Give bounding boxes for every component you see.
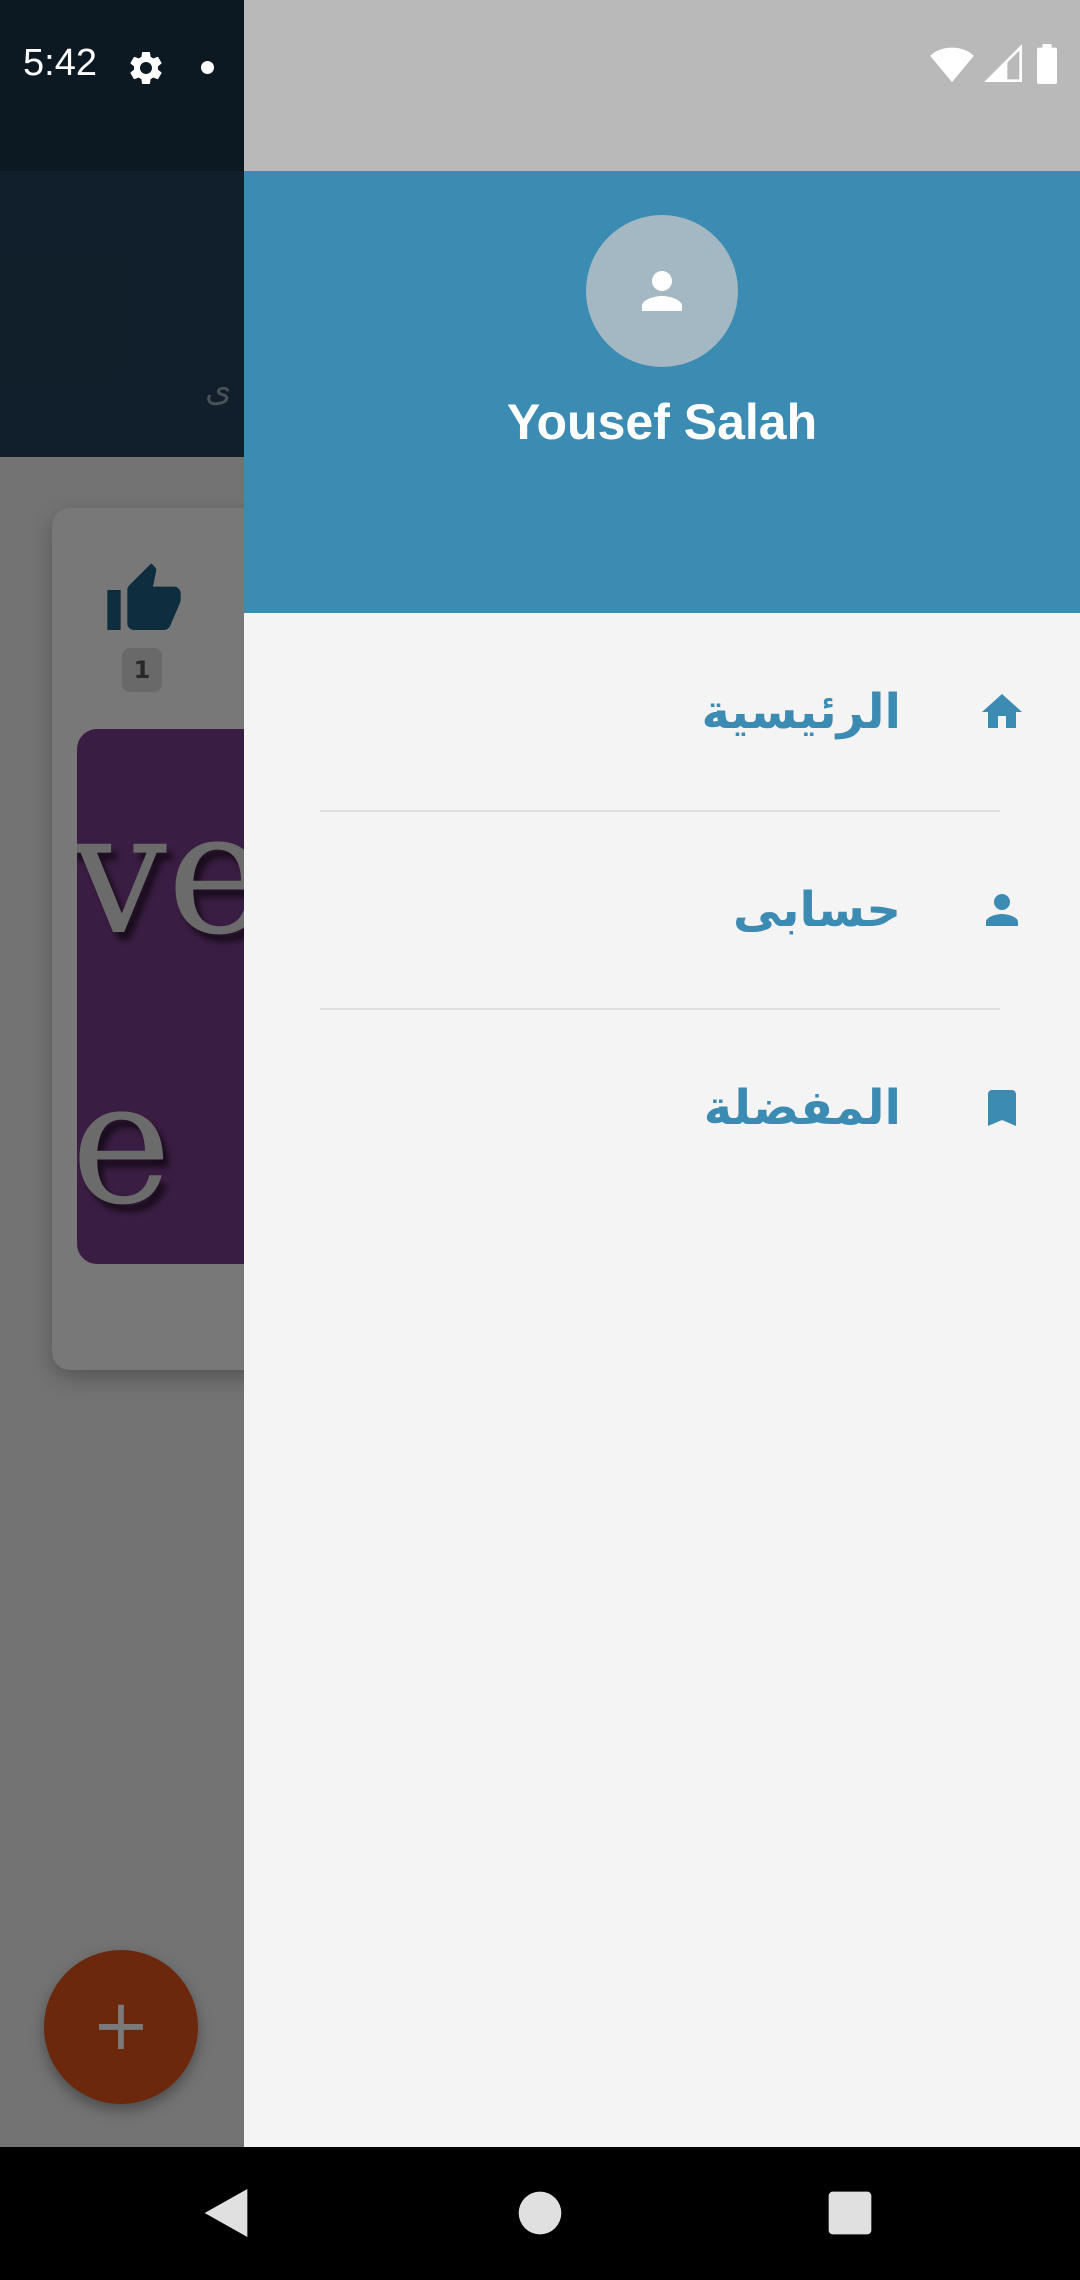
wifi-icon [930, 44, 974, 88]
bookmark-icon [978, 1084, 1026, 1132]
person-placeholder-icon [642, 271, 682, 311]
system-navigation-bar [0, 2147, 1080, 2280]
home-circle-icon[interactable] [508, 2181, 572, 2245]
drawer-header: Yousef Salah [244, 171, 1080, 613]
back-icon[interactable] [194, 2181, 258, 2245]
drawer-item-label: حسابى [732, 882, 901, 938]
person-icon [978, 886, 1026, 934]
navigation-drawer: Yousef Salah الرئيسية حسابى المفضلة [244, 0, 1080, 2147]
recents-icon[interactable] [818, 2181, 882, 2245]
notification-dot-icon [201, 61, 214, 74]
signal-icon [984, 44, 1024, 88]
battery-icon [1034, 44, 1060, 88]
avatar[interactable] [586, 215, 738, 367]
drawer-item-label: الرئيسية [701, 684, 902, 740]
drawer-item-label: المفضلة [703, 1080, 901, 1136]
user-name: Yousef Salah [506, 394, 818, 450]
status-bar: 5:42 [0, 0, 1080, 134]
drawer-item-favorites[interactable]: المفضلة [320, 1009, 1026, 1207]
home-icon [978, 688, 1026, 736]
status-time: 5:42 [23, 42, 97, 84]
drawer-item-home[interactable]: الرئيسية [320, 613, 1026, 811]
status-icons [930, 44, 1060, 88]
gear-icon [126, 48, 166, 88]
drawer-item-account[interactable]: حسابى [320, 811, 1026, 1009]
